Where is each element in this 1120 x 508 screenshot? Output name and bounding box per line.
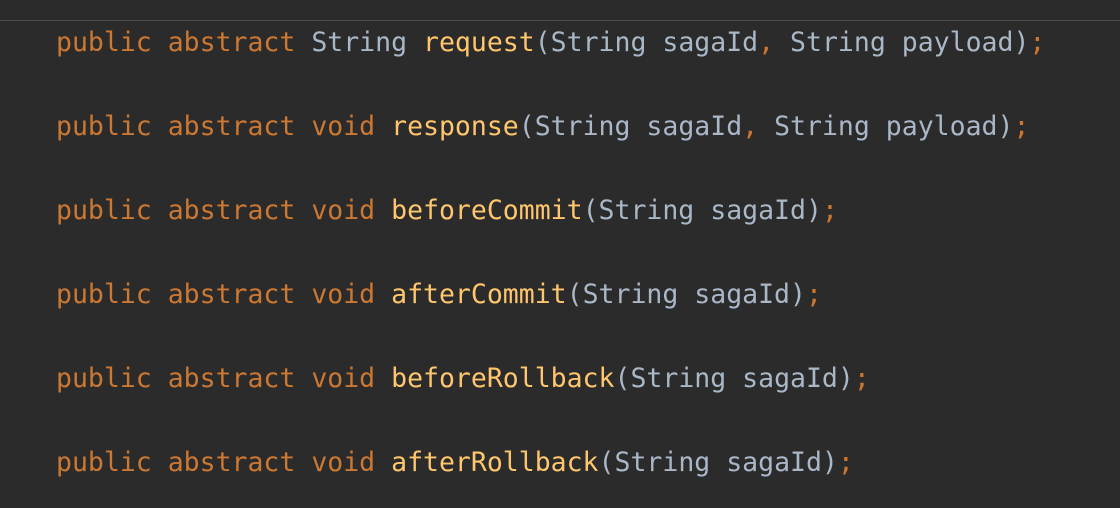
param-name: sagaId [726, 447, 822, 478]
param-type: String [598, 195, 695, 226]
keyword-abstract: abstract [167, 447, 296, 478]
keyword-public: public [56, 195, 152, 226]
return-type: void [311, 111, 376, 142]
open-paren: ( [518, 111, 535, 142]
param-name: sagaId [694, 279, 791, 310]
return-type: void [311, 363, 376, 394]
open-paren: ( [614, 363, 631, 394]
comma: , [758, 27, 775, 58]
keyword-abstract: abstract [167, 27, 296, 58]
keyword-public: public [56, 27, 152, 58]
close-paren: ) [805, 195, 822, 226]
param-name: sagaId [646, 111, 743, 142]
semicolon: ; [821, 195, 838, 226]
param-type: String [774, 111, 870, 142]
code-line[interactable]: public abstract void beforeRollback(Stri… [56, 358, 1045, 442]
semicolon: ; [805, 279, 822, 310]
param-type: String [790, 27, 886, 58]
return-type: void [311, 447, 376, 478]
semicolon: ; [853, 363, 870, 394]
open-paren: ( [582, 195, 599, 226]
param-type: String [630, 363, 727, 394]
code-line[interactable]: public abstract void response(String sag… [56, 106, 1045, 190]
keyword-abstract: abstract [167, 111, 296, 142]
semicolon: ; [1029, 27, 1046, 58]
code-editor[interactable]: public abstract String request(String sa… [0, 0, 1120, 508]
keyword-public: public [56, 111, 152, 142]
open-paren: ( [534, 27, 551, 58]
method-name: request [423, 27, 535, 58]
param-name: sagaId [710, 195, 806, 226]
semicolon: ; [1013, 111, 1030, 142]
code-area[interactable]: public abstract String request(String sa… [56, 22, 1045, 508]
param-name: sagaId [742, 363, 838, 394]
method-name: afterRollback [391, 447, 599, 478]
return-type: void [311, 279, 376, 310]
open-paren: ( [566, 279, 583, 310]
keyword-public: public [56, 279, 152, 310]
keyword-abstract: abstract [167, 279, 296, 310]
param-name: payload [885, 111, 998, 142]
keyword-abstract: abstract [167, 195, 296, 226]
param-type: String [582, 279, 679, 310]
editor-top-divider [0, 20, 1120, 21]
return-type: String [311, 27, 408, 58]
comma: , [742, 111, 759, 142]
return-type: void [311, 195, 376, 226]
keyword-abstract: abstract [167, 363, 296, 394]
code-line[interactable]: public abstract String request(String sa… [56, 22, 1045, 106]
close-paren: ) [837, 363, 854, 394]
code-line[interactable]: public abstract void afterRollback(Strin… [56, 442, 1045, 508]
param-type: String [550, 27, 647, 58]
param-type: String [534, 111, 631, 142]
method-name: beforeRollback [391, 363, 615, 394]
code-line[interactable]: public abstract void beforeCommit(String… [56, 190, 1045, 274]
code-line[interactable]: public abstract void afterCommit(String … [56, 274, 1045, 358]
keyword-public: public [56, 447, 152, 478]
method-name: response [391, 111, 519, 142]
param-name: payload [901, 27, 1014, 58]
param-name: sagaId [662, 27, 759, 58]
open-paren: ( [598, 447, 615, 478]
method-name: afterCommit [391, 279, 567, 310]
param-type: String [614, 447, 711, 478]
close-paren: ) [821, 447, 838, 478]
keyword-public: public [56, 363, 152, 394]
close-paren: ) [1013, 27, 1030, 58]
close-paren: ) [790, 279, 806, 310]
semicolon: ; [837, 447, 854, 478]
method-name: beforeCommit [391, 195, 583, 226]
close-paren: ) [997, 111, 1014, 142]
